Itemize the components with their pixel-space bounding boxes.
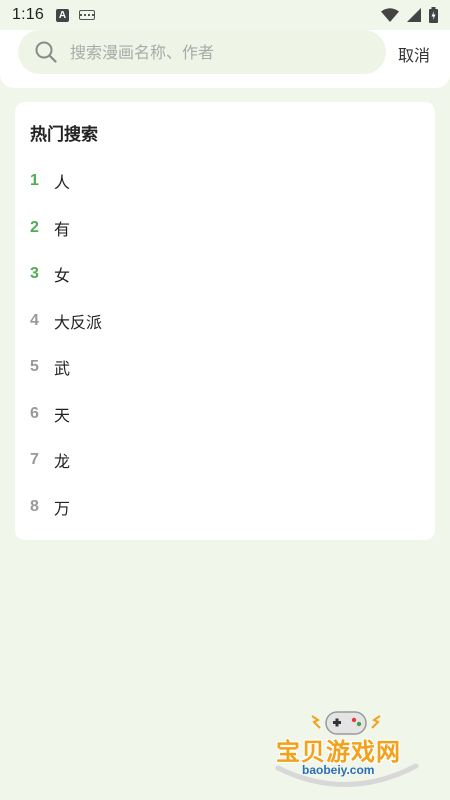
- rank-number: 3: [30, 265, 39, 283]
- hot-search-item[interactable]: 4 大反派: [15, 298, 435, 345]
- accessibility-icon: A: [55, 8, 69, 22]
- rank-number: 5: [30, 358, 39, 376]
- hot-search-item[interactable]: 1 人: [15, 158, 435, 205]
- wifi-icon: [381, 8, 399, 22]
- watermark-name: 宝贝游戏网: [276, 738, 401, 766]
- watermark-logo: 宝贝游戏网 baobeiy.com: [272, 706, 422, 792]
- search-icon: [34, 40, 58, 64]
- keyboard-icon: [78, 10, 95, 20]
- cellular-signal-icon: [407, 8, 421, 22]
- rank-number: 7: [30, 451, 39, 469]
- watermark-url: baobeiy.com: [302, 763, 375, 777]
- status-bar: 1:16 A: [0, 0, 450, 30]
- search-box[interactable]: [18, 30, 386, 74]
- hot-search-item[interactable]: 7 龙: [15, 437, 435, 484]
- search-term: 有: [54, 219, 71, 239]
- search-term: 万: [54, 498, 71, 518]
- hot-search-card: 热门搜索 1 人 2 有 3 女 4 大反派 5 武 6 天 7 龙 8 万: [15, 102, 435, 540]
- hot-search-item[interactable]: 3 女: [15, 251, 435, 298]
- status-time: 1:16: [12, 6, 44, 23]
- hot-search-item[interactable]: 8 万: [15, 484, 435, 531]
- status-indicators: [381, 7, 438, 23]
- search-term: 天: [54, 405, 71, 425]
- battery-icon: [429, 7, 438, 23]
- search-term: 女: [54, 266, 71, 286]
- rank-number: 4: [30, 311, 39, 329]
- search-header: 取消: [0, 30, 450, 88]
- hot-search-title: 热门搜索: [30, 125, 98, 145]
- hot-search-item[interactable]: 5 武: [15, 344, 435, 391]
- rank-number: 2: [30, 218, 39, 236]
- search-term: 大反派: [54, 312, 103, 332]
- search-term: 人: [54, 173, 71, 193]
- hot-search-item[interactable]: 6 天: [15, 391, 435, 438]
- rank-number: 6: [30, 404, 39, 422]
- rank-number: 8: [30, 497, 39, 515]
- search-term: 龙: [54, 452, 71, 472]
- hot-search-list: 1 人 2 有 3 女 4 大反派 5 武 6 天 7 龙 8 万: [15, 158, 435, 530]
- rank-number: 1: [30, 172, 39, 190]
- hot-search-item[interactable]: 2 有: [15, 205, 435, 252]
- cancel-button[interactable]: 取消: [398, 42, 430, 66]
- search-term: 武: [54, 359, 71, 379]
- search-input[interactable]: [70, 42, 350, 62]
